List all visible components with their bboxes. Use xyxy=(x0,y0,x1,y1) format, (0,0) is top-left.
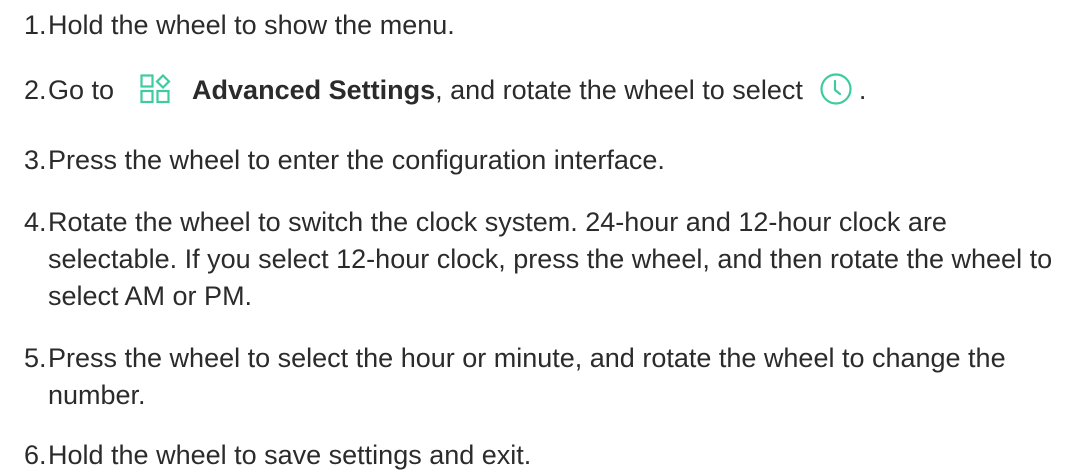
step-text-period: . xyxy=(858,75,867,105)
step-text: Rotate the wheel to switch the clock sys… xyxy=(48,207,1053,311)
step-3: 3. Press the wheel to enter the configur… xyxy=(24,142,1064,179)
step-2: 2. Go to Advanced Settings, and rotate th… xyxy=(24,72,1064,109)
step-text: Press the wheel to select the hour or mi… xyxy=(48,343,1006,410)
step-number: 6. xyxy=(24,440,47,470)
step-text: Go to Advanced Settings, and rotate the w… xyxy=(24,72,1064,109)
clock-icon xyxy=(819,72,853,106)
step-number: 3. xyxy=(24,145,47,175)
step-6: 6. Hold the wheel to save settings and e… xyxy=(24,437,1064,474)
advanced-settings-label: Advanced Settings xyxy=(192,75,436,105)
step-number: 4. xyxy=(24,207,47,237)
step-4: 4. Rotate the wheel to switch the clock … xyxy=(24,204,1064,315)
step-number: 2. xyxy=(24,75,47,105)
step-number: 5. xyxy=(24,343,47,373)
step-text: Press the wheel to enter the configurati… xyxy=(48,145,665,175)
step-text: Hold the wheel to show the menu. xyxy=(48,10,455,40)
step-text: Hold the wheel to save settings and exit… xyxy=(48,440,532,470)
step-text-rotate: , and rotate the wheel to select xyxy=(435,75,803,105)
step-number: 1. xyxy=(24,10,47,40)
advanced-settings-icon xyxy=(140,73,172,104)
step-5: 5. Press the wheel to select the hour or… xyxy=(24,340,1064,414)
step-text-go-to: Go to xyxy=(48,75,115,105)
step-1: 1. Hold the wheel to show the menu. xyxy=(24,7,1064,44)
